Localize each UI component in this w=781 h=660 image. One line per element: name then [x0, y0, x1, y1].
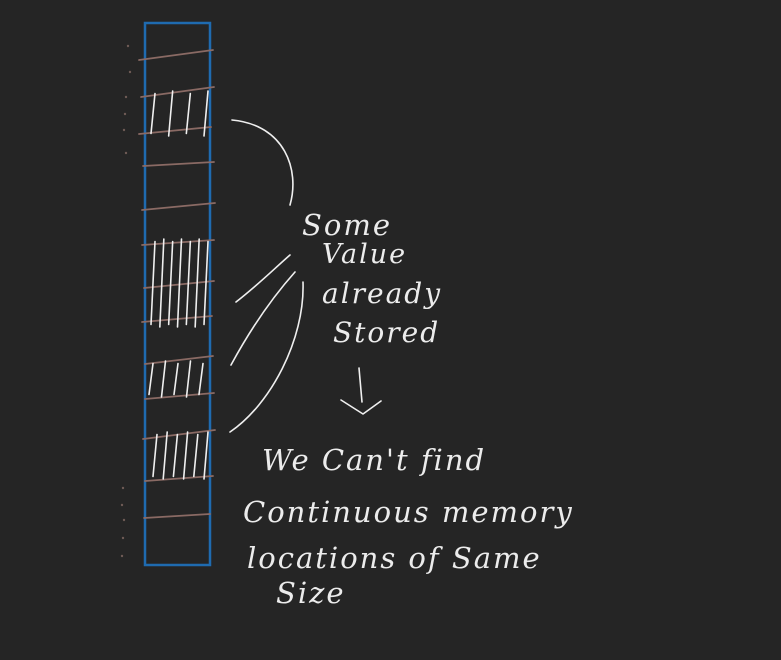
conclusion-line-4: Size [276, 576, 346, 610]
hatch-stroke [150, 92, 156, 135]
pointer-arcs [229, 119, 304, 433]
hatch-stroke [148, 362, 154, 396]
whiteboard-canvas: Some Value already Stored We Can't find … [0, 0, 781, 660]
hatch-stroke [185, 92, 192, 135]
margin-dots [120, 44, 132, 558]
drawing-surface: Some Value already Stored We Can't find … [120, 21, 574, 610]
annotation-line-1: Some [302, 208, 392, 242]
hatch-stroke [152, 433, 158, 478]
hatch-stroke [172, 433, 179, 478]
hatch-stroke [159, 238, 165, 328]
hatch-stroke [198, 362, 204, 396]
conclusion-text: We Can't find Continuous memory location… [243, 443, 574, 610]
hatch-stroke [167, 90, 174, 137]
annotation-line-3: already [322, 277, 442, 310]
conclusion-line-1: We Can't find [262, 443, 486, 477]
annotation-line-2: Value [322, 239, 407, 270]
occupied-block [148, 360, 204, 398]
hatch-stroke [176, 238, 183, 328]
hatch-stroke [182, 431, 189, 480]
hatch-stroke [167, 240, 174, 326]
hatch-stroke [160, 360, 167, 398]
occupied-block [152, 431, 209, 480]
hatch-stroke [185, 360, 192, 398]
down-arrow-icon [340, 367, 382, 415]
memory-separators [138, 49, 216, 519]
hatch-stroke [173, 362, 179, 396]
annotation-line-4: Stored [333, 316, 440, 349]
memory-block-column [143, 21, 212, 567]
hatch-stroke [203, 431, 209, 480]
annotation-text: Some Value already Stored [302, 208, 442, 349]
conclusion-line-2: Continuous memory [243, 495, 574, 529]
hatch-stroke [193, 433, 199, 478]
hatch-stroke [162, 431, 168, 480]
conclusion-line-3: locations of Same [247, 541, 542, 575]
hatch-stroke [203, 240, 209, 326]
hatch-stroke [150, 240, 156, 326]
hatch-stroke [203, 90, 209, 137]
